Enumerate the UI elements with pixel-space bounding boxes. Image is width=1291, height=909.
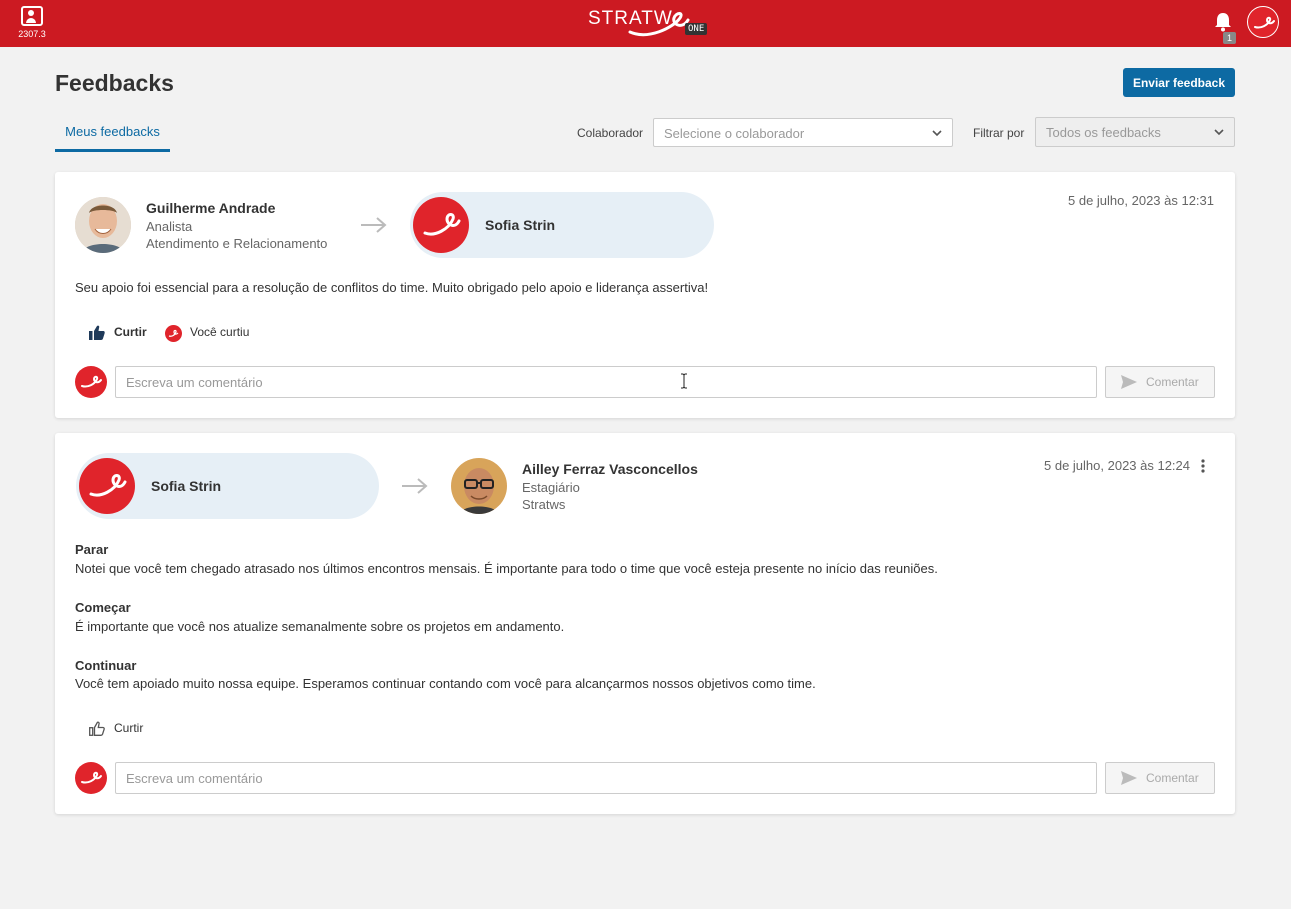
comment-input[interactable]: Escreva um comentário xyxy=(115,366,1097,398)
section-title-start: Começar xyxy=(75,600,131,615)
recipient-role: Estagiário xyxy=(522,480,580,495)
feedback-card: Sofia Strin Ailley Ferraz Vasconcellos E… xyxy=(55,433,1235,814)
recipient-name: Sofia Strin xyxy=(485,217,556,233)
section-text-stop: Notei que você tem chegado atrasado nos … xyxy=(75,561,938,576)
version-label: 2307.3 xyxy=(18,29,46,39)
section-text-continue: Você tem apoiado muito nossa equipe. Esp… xyxy=(75,676,816,691)
send-icon xyxy=(1121,771,1137,785)
thumbs-up-outline-icon xyxy=(89,721,105,736)
sender-pill[interactable]: Sofia Strin xyxy=(76,453,379,519)
sender-avatar xyxy=(79,458,135,514)
filter-select[interactable]: Todos os feedbacks xyxy=(1035,117,1235,147)
recipient-pill[interactable]: Sofia Strin xyxy=(410,192,714,258)
like-label: Curtir xyxy=(114,325,147,339)
send-feedback-button[interactable]: Enviar feedback xyxy=(1123,68,1235,97)
section-title-continue: Continuar xyxy=(75,658,137,673)
section-text-start: É importante que você nos atualize seman… xyxy=(75,619,565,634)
tab-my-feedbacks[interactable]: Meus feedbacks xyxy=(55,116,170,152)
top-bar: 2307.3 STRATW ONE 1 xyxy=(0,0,1291,47)
more-options-icon[interactable] xyxy=(1201,459,1205,473)
like-label: Curtir xyxy=(114,721,144,735)
sender-name: Guilherme Andrade xyxy=(146,200,276,216)
colaborador-select[interactable]: Selecione o colaborador xyxy=(653,118,953,147)
text-cursor-icon xyxy=(681,373,687,389)
feedback-message: Seu apoio foi essencial para a resolução… xyxy=(75,280,709,295)
colaborador-placeholder: Selecione o colaborador xyxy=(664,126,805,141)
profile-menu[interactable]: 2307.3 xyxy=(17,6,47,39)
commenter-avatar xyxy=(75,762,107,794)
liked-indicator: Você curtiu xyxy=(165,325,250,342)
feedback-date: 5 de julho, 2023 às 12:31 xyxy=(1068,193,1215,208)
recipient-department: Stratws xyxy=(522,497,566,512)
swoosh-logo-icon xyxy=(81,375,102,388)
recipient-avatar xyxy=(413,197,469,253)
comment-button[interactable]: Comentar xyxy=(1105,366,1215,398)
chevron-down-icon xyxy=(1214,129,1224,136)
filter-label: Filtrar por xyxy=(973,126,1025,140)
thumbs-up-filled-icon xyxy=(89,325,105,340)
like-button[interactable]: Curtir xyxy=(89,721,144,736)
chevron-down-icon xyxy=(932,130,942,137)
bell-icon[interactable] xyxy=(1214,12,1232,32)
sender-department: Atendimento e Relacionamento xyxy=(146,236,328,251)
commenter-avatar xyxy=(75,366,107,398)
person-photo-icon xyxy=(75,197,131,253)
comment-placeholder: Escreva um comentário xyxy=(126,375,263,390)
feedback-date: 5 de julho, 2023 às 12:24 xyxy=(1044,458,1191,473)
sender-name: Sofia Strin xyxy=(151,478,222,494)
swoosh-logo-icon xyxy=(1254,16,1275,29)
comment-input[interactable]: Escreva um comentário xyxy=(115,762,1097,794)
logo-badge: ONE xyxy=(685,23,708,35)
arrow-right-icon xyxy=(402,478,428,494)
notification-badge: 1 xyxy=(1223,32,1236,44)
colaborador-label: Colaborador xyxy=(577,126,644,140)
swoosh-logo-icon xyxy=(89,474,127,497)
comment-button-label: Comentar xyxy=(1146,375,1199,389)
sender-avatar[interactable] xyxy=(75,197,131,253)
send-icon xyxy=(1121,375,1137,389)
liked-label: Você curtiu xyxy=(190,325,250,339)
arrow-right-icon xyxy=(361,217,387,233)
recipient-name: Ailley Ferraz Vasconcellos xyxy=(522,461,698,477)
swoosh-logo-icon xyxy=(81,771,102,784)
comment-placeholder: Escreva um comentário xyxy=(126,771,263,786)
comment-button[interactable]: Comentar xyxy=(1105,762,1215,794)
profile-card-icon[interactable] xyxy=(21,6,43,26)
comment-button-label: Comentar xyxy=(1146,771,1199,785)
user-avatar-icon xyxy=(165,325,182,342)
logo-swoosh-icon xyxy=(628,12,690,37)
feedback-card: Guilherme Andrade Analista Atendimento e… xyxy=(55,172,1235,418)
like-button[interactable]: Curtir xyxy=(89,325,147,340)
sender-role: Analista xyxy=(146,219,193,234)
page-title: Feedbacks xyxy=(55,70,174,96)
recipient-avatar[interactable] xyxy=(451,458,507,514)
section-title-stop: Parar xyxy=(75,542,109,557)
user-avatar[interactable] xyxy=(1247,6,1279,38)
swoosh-logo-icon xyxy=(423,213,461,236)
filter-value: Todos os feedbacks xyxy=(1046,125,1161,140)
person-photo-icon xyxy=(451,458,507,514)
